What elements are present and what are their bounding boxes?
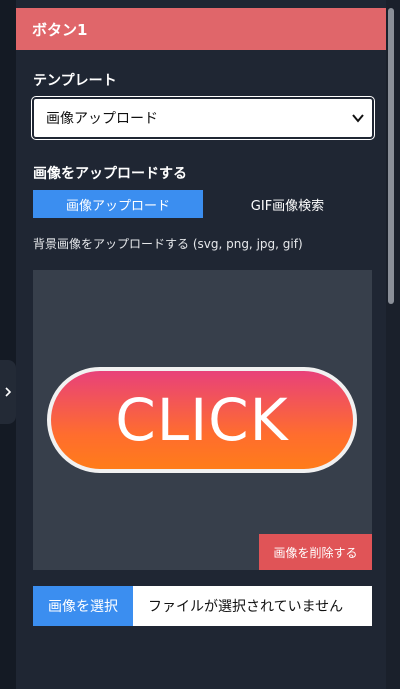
template-label: テンプレート bbox=[33, 73, 117, 89]
panel-header: ボタン1 bbox=[16, 8, 386, 50]
click-button-image: CLICK bbox=[47, 367, 357, 473]
choose-image-button[interactable]: 画像を選択 bbox=[33, 586, 133, 626]
image-preview: CLICK 画像を削除する bbox=[33, 270, 372, 570]
chevron-down-icon bbox=[352, 114, 364, 123]
click-button-text: CLICK bbox=[115, 386, 289, 454]
template-select[interactable]: 画像アップロード bbox=[31, 96, 375, 140]
choose-image-label: 画像を選択 bbox=[48, 599, 118, 615]
expand-panel-button[interactable] bbox=[0, 360, 16, 424]
upload-hint: 背景画像をアップロードする (svg, png, jpg, gif) bbox=[33, 237, 303, 251]
upload-section-label: 画像をアップロードする bbox=[33, 166, 187, 182]
file-status: ファイルが選択されていません bbox=[133, 586, 372, 626]
delete-image-button[interactable]: 画像を削除する bbox=[259, 534, 372, 570]
tab-image-upload-label: 画像アップロード bbox=[65, 198, 170, 214]
tab-gif-search[interactable]: GIF画像検索 bbox=[203, 190, 372, 218]
tab-gif-search-label: GIF画像検索 bbox=[250, 198, 325, 214]
template-select-value: 画像アップロード bbox=[46, 111, 158, 127]
file-status-text: ファイルが選択されていません bbox=[148, 599, 344, 615]
delete-image-label: 画像を削除する bbox=[273, 545, 358, 560]
chevron-right-icon bbox=[5, 387, 12, 397]
panel-title: ボタン1 bbox=[32, 20, 88, 39]
left-rail bbox=[0, 0, 16, 689]
scrollbar-thumb[interactable] bbox=[388, 8, 394, 304]
tab-image-upload[interactable]: 画像アップロード bbox=[33, 190, 203, 218]
